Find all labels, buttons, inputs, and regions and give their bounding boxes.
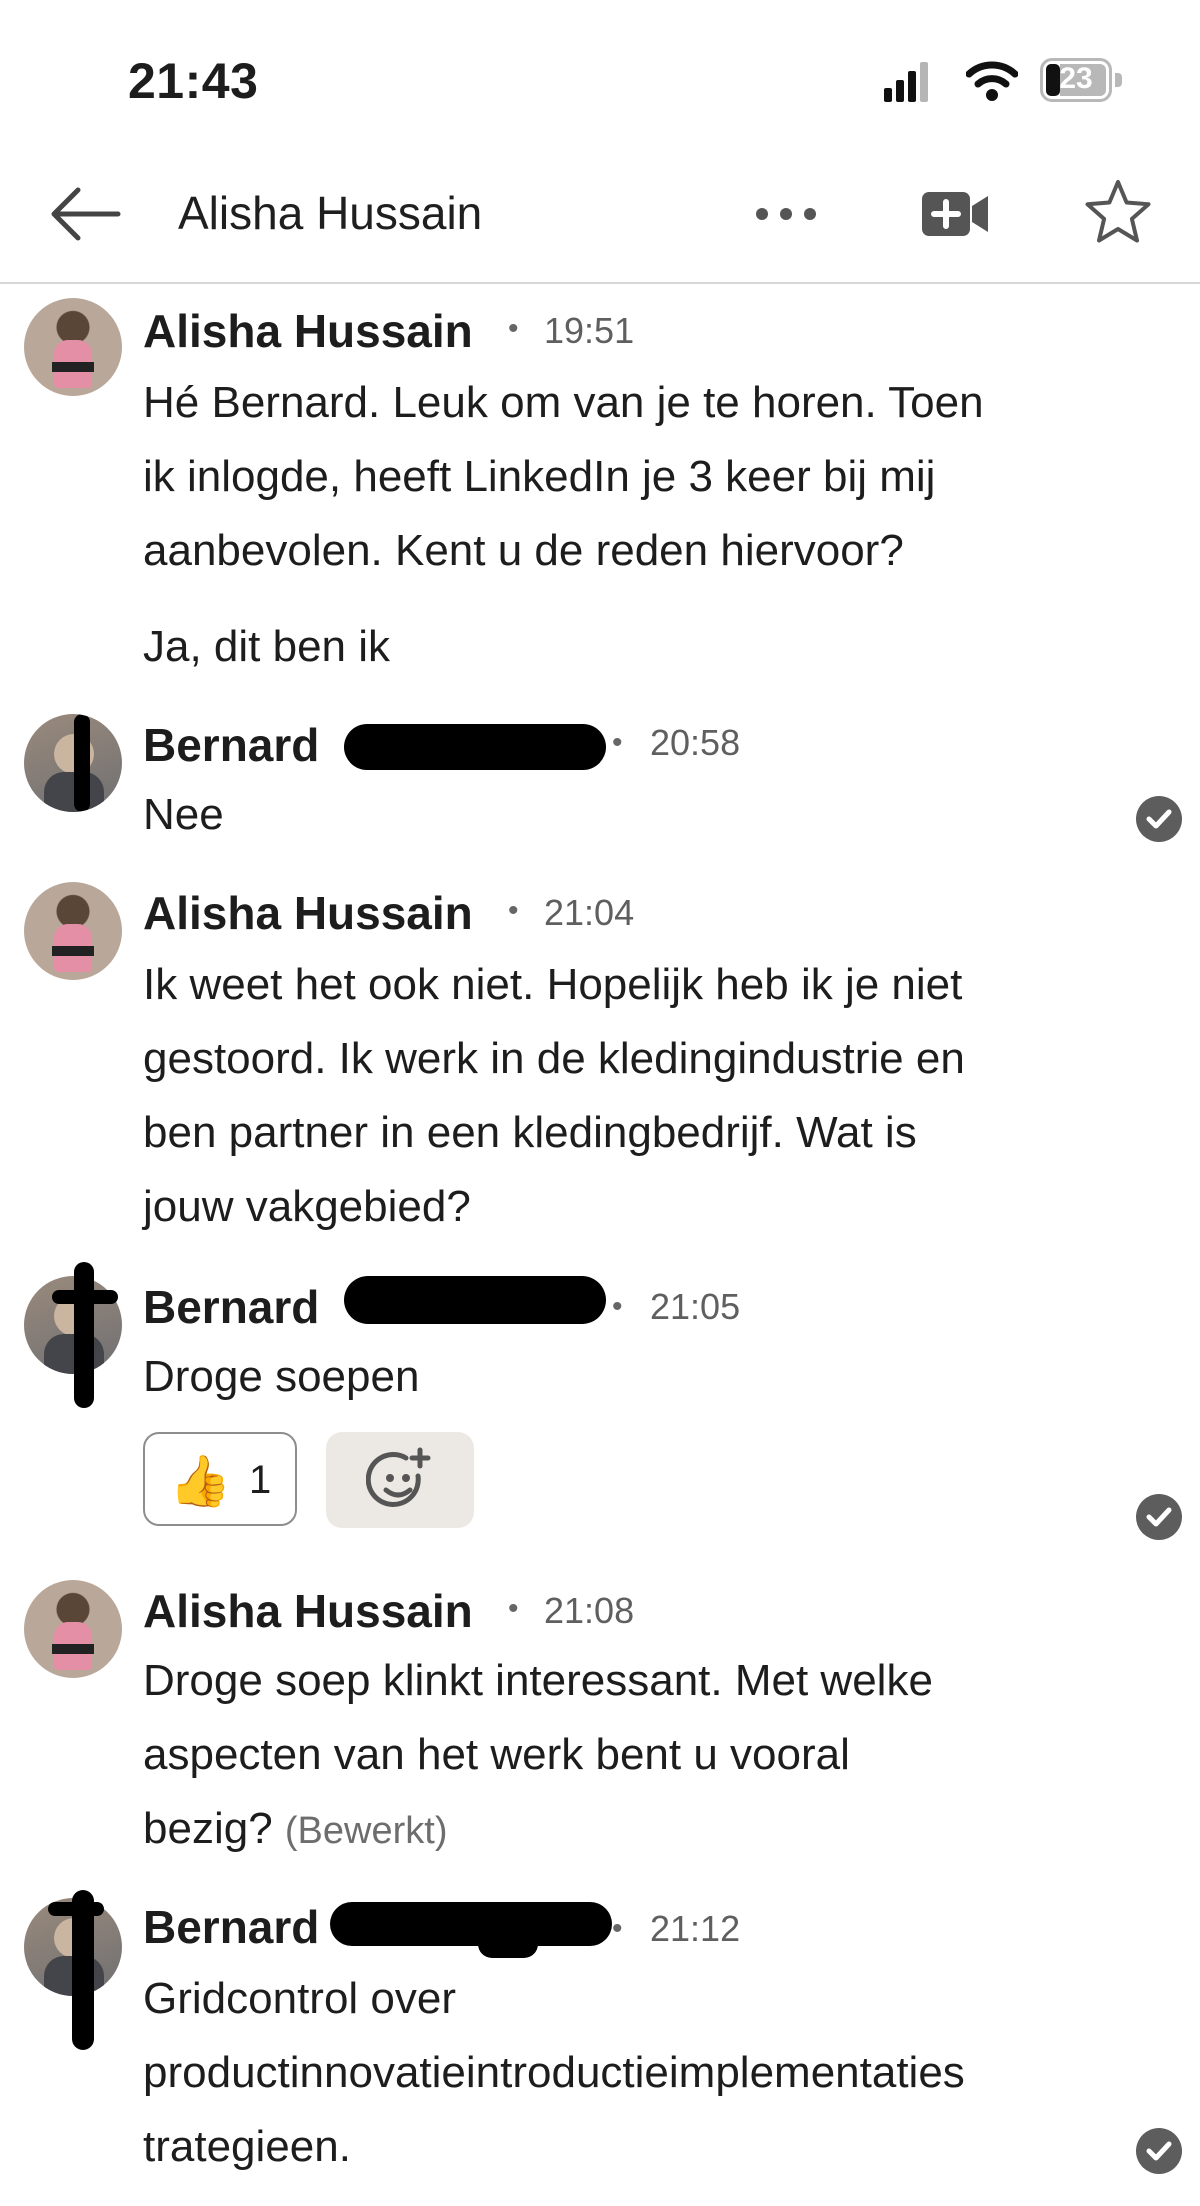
message-text: Gridcontrol over productinnovatieintrodu… xyxy=(143,1962,1183,2184)
redaction-mark xyxy=(52,1290,118,1304)
separator-dot: • xyxy=(612,1290,623,1323)
message-text: Droge soep klinkt interessant. Met welke… xyxy=(143,1644,1143,1868)
redaction-mark xyxy=(478,1930,538,1958)
sender-name[interactable]: Alisha Hussain xyxy=(143,1584,473,1638)
message-text: Droge soepen xyxy=(143,1352,420,1401)
reaction-thumbs-up[interactable]: 👍 1 xyxy=(143,1432,297,1526)
message-time: 21:08 xyxy=(544,1590,635,1631)
separator-dot: • xyxy=(508,894,519,927)
reaction-count: 1 xyxy=(249,1458,272,1502)
message-text: Nee xyxy=(143,790,224,839)
message-line: gestoord. Ik werk in de kledingindustrie… xyxy=(143,1034,965,1083)
redaction-mark xyxy=(344,724,606,770)
message-line: productinnovatieintroductieimplementatie… xyxy=(143,2048,965,2097)
sender-name[interactable]: Alisha Hussain xyxy=(143,886,473,940)
message-line-text: bezig? xyxy=(143,1804,273,1853)
wifi-icon xyxy=(966,61,1018,101)
message-text: Hé Bernard. Leuk om van je te horen. Toe… xyxy=(143,366,1143,588)
read-receipt-icon xyxy=(1136,1494,1182,1540)
battery-level: 23 xyxy=(1059,62,1093,95)
battery-icon: 23 xyxy=(1040,58,1122,102)
conversation-title: Alisha Hussain xyxy=(178,187,483,239)
star-icon[interactable] xyxy=(1082,176,1154,248)
message-line: Droge soep klinkt interessant. Met welke xyxy=(143,1656,933,1705)
more-options-icon[interactable] xyxy=(752,196,820,232)
message-text: Ik weet het ook niet. Hopelijk heb ik je… xyxy=(143,948,1143,1244)
separator-dot: • xyxy=(508,312,519,345)
separator-dot: • xyxy=(612,1912,623,1945)
message-line: ik inlogde, heeft LinkedIn je 3 keer bij… xyxy=(143,452,936,501)
message-time: 20:58 xyxy=(650,722,741,763)
sender-name[interactable]: Bernard xyxy=(143,1900,319,1954)
message-line: aanbevolen. Kent u de reden hiervoor? xyxy=(143,526,904,575)
message-line: aspecten van het werk bent u vooral xyxy=(143,1730,850,1779)
message-line: Hé Bernard. Leuk om van je te horen. Toe… xyxy=(143,378,984,427)
redaction-mark xyxy=(74,1262,94,1408)
message-line: ben partner in een kledingbedrijf. Wat i… xyxy=(143,1108,917,1157)
sender-name[interactable]: Alisha Hussain xyxy=(143,304,473,358)
back-arrow-icon[interactable] xyxy=(48,186,122,242)
message-line: Ik weet het ook niet. Hopelijk heb ik je… xyxy=(143,960,963,1009)
message-line: Gridcontrol over xyxy=(143,1974,457,2023)
video-call-icon[interactable] xyxy=(920,186,990,242)
add-emoji-icon xyxy=(366,1447,431,1507)
sender-name[interactable]: Bernard xyxy=(143,718,319,772)
header-divider xyxy=(0,282,1200,284)
read-receipt-icon xyxy=(1136,796,1182,842)
avatar-alisha[interactable] xyxy=(24,882,122,980)
avatar-bernard[interactable] xyxy=(24,714,122,812)
message-time: 21:12 xyxy=(650,1908,741,1949)
edited-label: (Bewerkt) xyxy=(284,1810,448,1852)
message-time: 19:51 xyxy=(544,310,635,351)
message-line: bezig? (Bewerkt) xyxy=(143,1792,1143,1868)
thumbs-up-icon: 👍 xyxy=(169,1453,232,1509)
read-receipt-icon xyxy=(1136,2128,1182,2174)
redaction-mark xyxy=(48,1902,104,1916)
avatar-alisha[interactable] xyxy=(24,298,122,396)
redaction-mark xyxy=(74,714,90,812)
redaction-mark xyxy=(330,1902,612,1946)
sender-name[interactable]: Bernard xyxy=(143,1280,319,1334)
message-time: 21:04 xyxy=(544,892,635,933)
message-line: trategieen. xyxy=(143,2122,351,2171)
separator-dot: • xyxy=(508,1592,519,1625)
redaction-mark xyxy=(344,1276,606,1324)
message-text: Ja, dit ben ik xyxy=(143,622,391,671)
message-line: jouw vakgebied? xyxy=(143,1182,471,1231)
add-reaction-button[interactable] xyxy=(326,1432,474,1528)
message-time: 21:05 xyxy=(650,1286,741,1327)
separator-dot: • xyxy=(612,726,623,759)
avatar-alisha[interactable] xyxy=(24,1580,122,1678)
status-time: 21:43 xyxy=(128,53,259,109)
cellular-signal-icon xyxy=(884,62,928,102)
